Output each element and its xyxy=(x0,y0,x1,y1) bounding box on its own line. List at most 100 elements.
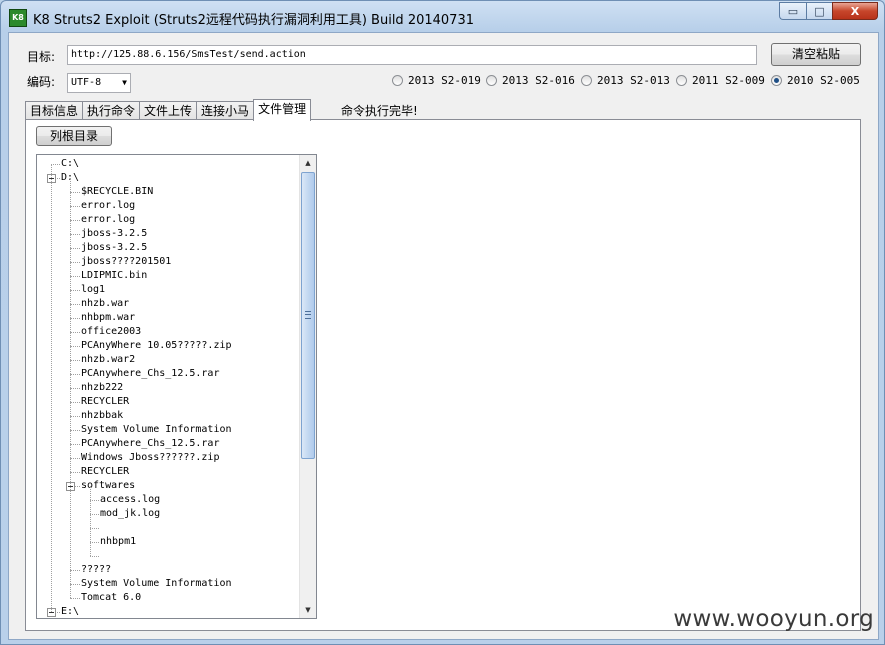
tab-0[interactable]: 目标信息 xyxy=(25,101,84,121)
tree-connector xyxy=(70,458,80,459)
tree-guide-line xyxy=(51,164,52,612)
tree-node[interactable] xyxy=(37,549,299,563)
tree-connector xyxy=(70,598,80,599)
scroll-up-icon[interactable]: ▲ xyxy=(300,155,316,171)
tree-node[interactable]: $RECYCLE.BIN xyxy=(37,185,299,199)
tree-node-label: PCAnyWhere 10.05?????.zip xyxy=(81,340,232,351)
scroll-down-icon[interactable]: ▼ xyxy=(300,602,316,618)
tree-connector xyxy=(70,206,80,207)
tree-node[interactable]: Tomcat 6.0 xyxy=(37,591,299,605)
grip-icon xyxy=(305,311,311,319)
tree-guide-line xyxy=(90,486,91,556)
scroll-thumb[interactable] xyxy=(301,172,315,459)
tree-node[interactable]: office2003 xyxy=(37,325,299,339)
tree-node[interactable]: PCAnyWhere 10.05?????.zip xyxy=(37,339,299,353)
tree-node[interactable] xyxy=(37,521,299,535)
directory-tree[interactable]: C:\ D:\ $RECYCLE.BIN error.log error.log jbos… xyxy=(36,154,317,619)
title-bar[interactable]: K8 K8 Struts2 Exploit (Struts2远程代码执行漏洞利用… xyxy=(1,1,884,33)
vuln-radio-label: 2010 S2-005 xyxy=(787,74,860,87)
target-url-input[interactable]: http://125.88.6.156/SmsTest/send.action xyxy=(67,45,757,65)
tree-node[interactable]: jboss-3.2.5 xyxy=(37,227,299,241)
vuln-radio-4[interactable]: 2010 S2-005 xyxy=(771,74,860,87)
tree-node-label: System Volume Information xyxy=(81,424,232,435)
tree-node-label: nhzb.war2 xyxy=(81,354,136,365)
tree-node[interactable]: nhbpm1 xyxy=(37,535,299,549)
tree-node[interactable]: error.log xyxy=(37,213,299,227)
tree-node[interactable]: RECYCLER xyxy=(37,465,299,479)
tree-node[interactable]: E:\ xyxy=(37,605,299,618)
tree-node[interactable]: System Volume Information xyxy=(37,577,299,591)
tree-node[interactable]: C:\ xyxy=(37,157,299,171)
vuln-radio-0[interactable]: 2013 S2-019 xyxy=(392,74,481,87)
watermark: www.wooyun.org xyxy=(673,606,874,632)
tree-node[interactable]: jboss-3.2.5 xyxy=(37,241,299,255)
tree-connector xyxy=(90,528,99,529)
list-root-button[interactable]: 列根目录 xyxy=(36,126,112,146)
minimize-button[interactable]: ▭ xyxy=(779,2,806,20)
tree-node-label: $RECYCLE.BIN xyxy=(81,186,154,197)
tree-node[interactable]: RECYCLER xyxy=(37,395,299,409)
tree-connector xyxy=(70,248,80,249)
tree-node[interactable]: PCAnywhere_Chs_12.5.rar xyxy=(37,437,299,451)
tree-connector xyxy=(70,472,80,473)
tree-connector xyxy=(70,416,80,417)
tree-node-label: jboss????201501 xyxy=(81,256,172,267)
tab-1[interactable]: 执行命令 xyxy=(82,101,141,121)
client-area: 目标: http://125.88.6.156/SmsTest/send.act… xyxy=(8,32,879,640)
tree-connector xyxy=(70,388,80,389)
tree-node-label: Windows Jboss??????.zip xyxy=(81,452,220,463)
tree-node[interactable]: nhzbbak xyxy=(37,409,299,423)
tree-connector xyxy=(70,346,80,347)
tree-node[interactable]: jboss????201501 xyxy=(37,255,299,269)
tree-node[interactable]: ????? xyxy=(37,563,299,577)
app-window: K8 K8 Struts2 Exploit (Struts2远程代码执行漏洞利用… xyxy=(0,0,885,645)
close-button[interactable]: X xyxy=(832,2,878,20)
tree-connector xyxy=(70,332,80,333)
tree-node-label: error.log xyxy=(81,214,136,225)
tree-node[interactable]: D:\ xyxy=(37,171,299,185)
encoding-value: UTF-8 xyxy=(71,77,102,88)
tree-node[interactable]: LDIPMIC.bin xyxy=(37,269,299,283)
encoding-select[interactable]: UTF-8 ▼ xyxy=(67,73,131,93)
tree-node[interactable]: mod_jk.log xyxy=(37,507,299,521)
encoding-label: 编码: xyxy=(27,75,56,89)
tree-node[interactable]: log1 xyxy=(37,283,299,297)
tree-node-label: C:\ xyxy=(61,158,80,169)
tree-node[interactable]: nhzb.war xyxy=(37,297,299,311)
vuln-radio-3[interactable]: 2011 S2-009 xyxy=(676,74,765,87)
tree-connector xyxy=(70,304,80,305)
tree-node[interactable]: error.log xyxy=(37,199,299,213)
tree-node[interactable]: nhzb.war2 xyxy=(37,353,299,367)
vuln-radio-label: 2013 S2-013 xyxy=(597,74,670,87)
tab-3[interactable]: 连接小马 xyxy=(196,101,255,121)
tab-4[interactable]: 文件管理 xyxy=(253,99,312,121)
tree-node-label: nhbpm.war xyxy=(81,312,136,323)
tree-node-label: office2003 xyxy=(81,326,142,337)
app-icon: K8 xyxy=(9,9,27,27)
tree-node-label: RECYCLER xyxy=(81,466,130,477)
tree-node[interactable]: nhbpm.war xyxy=(37,311,299,325)
tree-node[interactable]: System Volume Information xyxy=(37,423,299,437)
status-text: 命令执行完毕! xyxy=(341,104,418,118)
vuln-radio-label: 2011 S2-009 xyxy=(692,74,765,87)
tree-node-label: jboss-3.2.5 xyxy=(81,242,148,253)
tree-connector xyxy=(90,542,99,543)
tree-node-label: E:\ xyxy=(61,606,80,617)
tree-node-label: ????? xyxy=(81,564,112,575)
radio-icon xyxy=(486,75,497,86)
tree-scrollbar[interactable]: ▲ ▼ xyxy=(299,155,316,618)
tree-node[interactable]: PCAnywhere_Chs_12.5.rar xyxy=(37,367,299,381)
tree-node-label: nhzbbak xyxy=(81,410,124,421)
clear-paste-button[interactable]: 清空粘贴 xyxy=(771,43,861,66)
vuln-radio-label: 2013 S2-019 xyxy=(408,74,481,87)
vuln-radio-2[interactable]: 2013 S2-013 xyxy=(581,74,670,87)
tree-node[interactable]: nhzb222 xyxy=(37,381,299,395)
tree-node[interactable]: Windows Jboss??????.zip xyxy=(37,451,299,465)
tab-2[interactable]: 文件上传 xyxy=(139,101,198,121)
tree-node-label: LDIPMIC.bin xyxy=(81,270,148,281)
vuln-radio-1[interactable]: 2013 S2-016 xyxy=(486,74,575,87)
tree-node[interactable]: access.log xyxy=(37,493,299,507)
maximize-button[interactable]: □ xyxy=(806,2,832,20)
tree-node[interactable]: softwares xyxy=(37,479,299,493)
tree-node-label: RECYCLER xyxy=(81,396,130,407)
